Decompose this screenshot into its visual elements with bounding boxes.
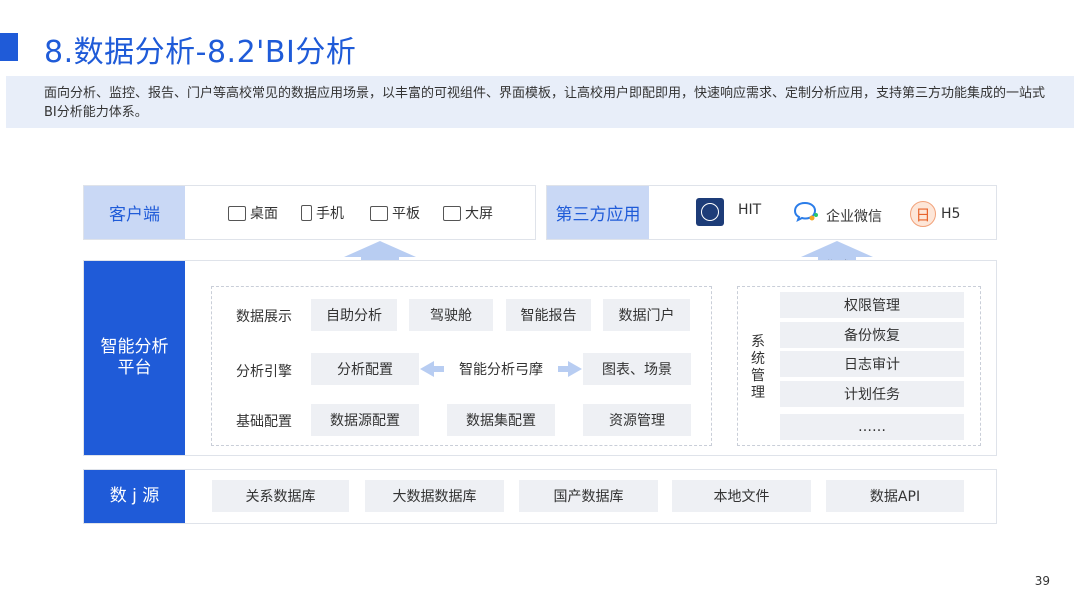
page-title: 8.数据分析-8.2'BI分析 xyxy=(44,35,357,70)
hit-logo-icon xyxy=(696,198,724,226)
h5-icon: 日 xyxy=(910,201,936,227)
third-party-wecom: 企业微信 xyxy=(826,209,882,225)
big-screen-icon xyxy=(443,205,461,221)
client-item-label: 手机 xyxy=(316,206,344,222)
tablet-icon xyxy=(370,205,388,221)
row-label-display: 数据展示 xyxy=(236,309,292,325)
datasource-domestic: 国产数据库 xyxy=(519,480,658,512)
module-chart-scene: 图表、场景 xyxy=(583,353,691,385)
right-arrow-icon xyxy=(568,361,582,377)
datasource-relational: 关系数据库 xyxy=(212,480,349,512)
system-item-permission: 权限管理 xyxy=(780,292,964,318)
client-item-phone: 手机 xyxy=(301,203,344,223)
module-analysis-config: 分析配置 xyxy=(311,353,419,385)
left-arrow-stem xyxy=(432,366,444,372)
display-arrow-head xyxy=(344,241,416,257)
system-mgmt-label: 系统管理 xyxy=(751,334,765,401)
third-party-hit: HIT xyxy=(738,202,762,218)
module-datasource-config: 数据源配置 xyxy=(311,404,419,436)
client-item-desktop: 桌面 xyxy=(228,203,278,223)
client-label: 客户端 xyxy=(84,186,185,239)
module-smart-report: 智能报告 xyxy=(506,299,591,331)
page-number: 39 xyxy=(1034,574,1050,588)
datasource-api: 数据API xyxy=(826,480,964,512)
phone-icon xyxy=(301,205,312,221)
module-cockpit: 驾驶舱 xyxy=(409,299,493,331)
datasource-local-file: 本地文件 xyxy=(672,480,811,512)
system-item-more: …… xyxy=(780,414,964,440)
datasource-bigdata: 大数据数据库 xyxy=(365,480,504,512)
module-resource-mgmt: 资源管理 xyxy=(583,404,691,436)
row-label-basic: 基础配置 xyxy=(236,414,292,430)
module-smart-engine: 智能分析弓摩 xyxy=(447,353,555,385)
client-item-label: 桌面 xyxy=(250,206,278,222)
client-item-tablet: 平板 xyxy=(370,203,420,223)
datasource-label: 数 j 源 xyxy=(84,470,185,523)
integrate-arrow-head xyxy=(801,241,873,257)
third-party-label: 第三方应用 xyxy=(547,186,649,239)
third-party-h5: H5 xyxy=(941,206,961,222)
description-text: 面向分析、监控、报告、门户等高校常见的数据应用场景，以丰富的可视组件、界面模板，… xyxy=(44,86,1046,120)
client-item-label: 大屏 xyxy=(465,206,493,222)
module-self-analysis: 自助分析 xyxy=(311,299,397,331)
client-item-label: 平板 xyxy=(392,206,420,222)
title-accent-bar xyxy=(0,33,18,61)
system-item-backup: 备份恢复 xyxy=(780,322,964,348)
system-item-audit: 日志审计 xyxy=(780,351,964,377)
row-label-engine: 分析引擎 xyxy=(236,364,292,380)
client-item-bigscreen: 大屏 xyxy=(443,203,493,223)
module-dataset-config: 数据集配置 xyxy=(447,404,555,436)
platform-label: 智能分析 平台 xyxy=(84,261,185,455)
wecom-icon xyxy=(793,201,819,223)
system-item-schedule: 计划任务 xyxy=(780,381,964,407)
module-data-portal: 数据门户 xyxy=(603,299,690,331)
desktop-icon xyxy=(228,205,246,221)
